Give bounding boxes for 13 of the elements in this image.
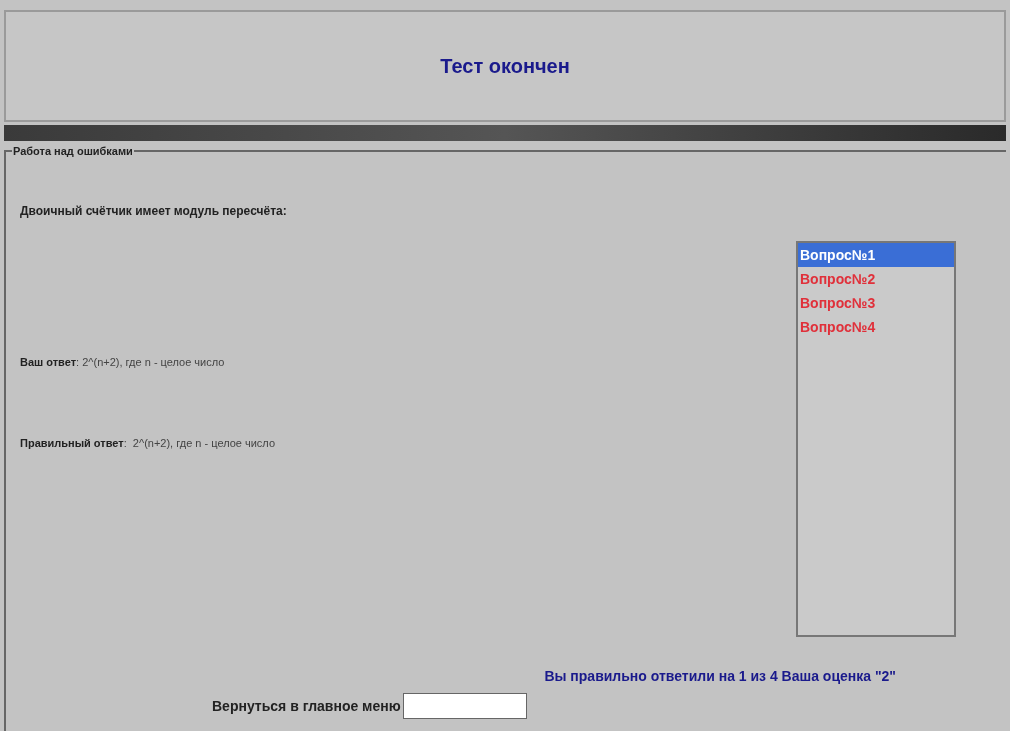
section-legend: Работа над ошибками xyxy=(12,143,134,160)
question-list[interactable]: Вопрос№1 Вопрос№2 Вопрос№3 Вопрос№4 xyxy=(796,241,956,637)
question-list-item[interactable]: Вопрос№2 xyxy=(798,267,954,291)
question-text: Двоичный счётчик имеет модуль пересчёта: xyxy=(20,203,288,220)
input-field[interactable] xyxy=(402,693,527,719)
answer-line: Правильный ответ: 2^(n+2), где n - целое число xyxy=(20,435,277,451)
question-list-item[interactable]: Вопрос№4 xyxy=(798,315,954,339)
answer-line: Ваш ответ: 2^(n+2), где n - целое число xyxy=(20,355,226,370)
question-list-item[interactable]: Вопрос№3 xyxy=(798,291,954,315)
result-text: Вы правильно ответили на 1 из 4 Ваша оценка "2" xyxy=(544,667,896,686)
page-title: Тест окончен xyxy=(440,54,570,79)
question-list-item[interactable]: Вопрос№1 xyxy=(798,243,954,267)
back-menu-label: Вернуться в главное меню xyxy=(212,696,401,716)
